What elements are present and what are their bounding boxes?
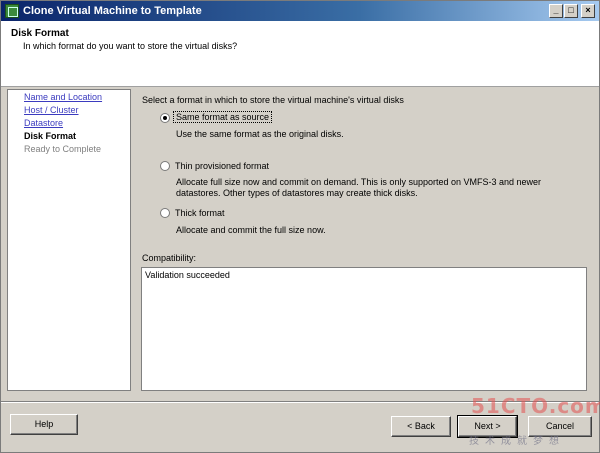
instruction-text: Select a format in which to store the vi… [142, 95, 404, 105]
radio-thin-provisioned[interactable] [160, 161, 170, 171]
maximize-button[interactable]: □ [564, 4, 578, 18]
vm-template-icon [5, 4, 19, 18]
nav-step-ready-to-complete: Ready to Complete [24, 144, 102, 154]
compatibility-label: Compatibility: [142, 253, 197, 263]
nav-step-host-cluster[interactable]: Host / Cluster [24, 105, 79, 115]
option-thin-label[interactable]: Thin provisioned format [175, 161, 269, 171]
back-button[interactable]: < Back [391, 416, 451, 437]
minimize-button[interactable]: _ [549, 4, 563, 18]
option-thick-desc: Allocate and commit the full size now. [176, 225, 326, 235]
wizard-header: Disk Format In which format do you want … [1, 21, 599, 87]
page-subtitle: In which format do you want to store the… [23, 41, 238, 51]
title-bar[interactable]: Clone Virtual Machine to Template _ □ × [1, 1, 599, 21]
watermark-brand: 51CTO.com [471, 394, 600, 418]
compatibility-result: Validation succeeded [145, 270, 230, 280]
nav-step-name-and-location[interactable]: Name and Location [24, 92, 102, 102]
radio-same-format[interactable] [160, 113, 170, 123]
option-same-format-label[interactable]: Same format as source [173, 111, 273, 123]
wizard-steps-nav: Name and Location Host / Cluster Datasto… [7, 89, 131, 391]
radio-thick-format[interactable] [160, 208, 170, 218]
nav-step-disk-format: Disk Format [24, 131, 77, 141]
option-thin-desc-line1: Allocate full size now and commit on dem… [176, 177, 542, 187]
clone-vm-to-template-dialog: Clone Virtual Machine to Template _ □ × … [0, 0, 600, 453]
option-same-format-desc: Use the same format as the original disk… [176, 129, 344, 139]
close-button[interactable]: × [581, 4, 595, 18]
window-title: Clone Virtual Machine to Template [23, 5, 202, 17]
page-title: Disk Format [11, 28, 69, 39]
compatibility-box[interactable]: Validation succeeded [141, 267, 587, 391]
focused-option-label: Same format as source [173, 111, 273, 123]
disk-format-panel: Select a format in which to store the vi… [133, 89, 599, 394]
watermark-subtitle: 技术成就梦想 [469, 436, 565, 447]
nav-step-datastore[interactable]: Datastore [24, 118, 63, 128]
option-thin-desc-line2: datastores. Other types of datastores ma… [176, 188, 418, 198]
option-thick-label[interactable]: Thick format [175, 208, 225, 218]
help-button[interactable]: Help [10, 414, 78, 435]
